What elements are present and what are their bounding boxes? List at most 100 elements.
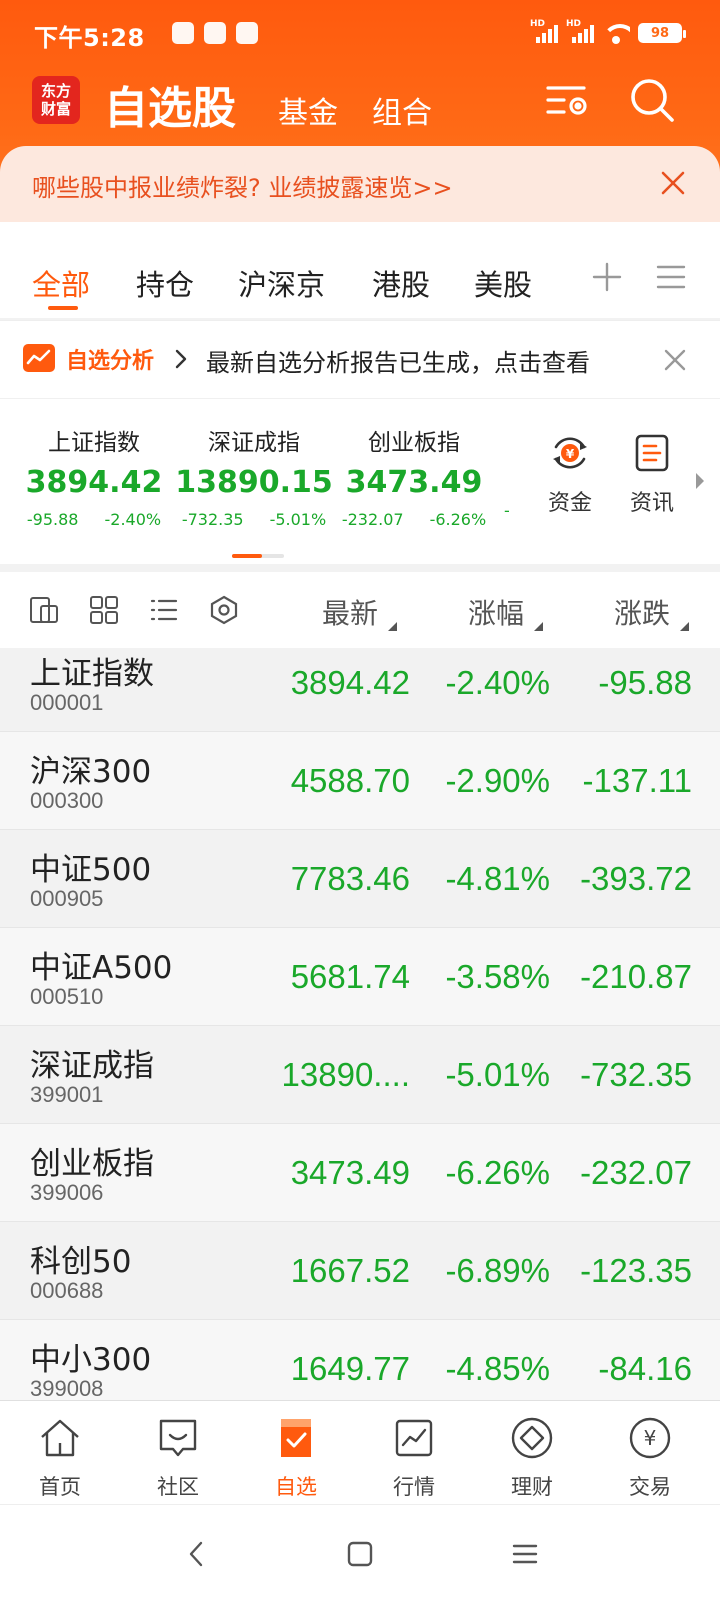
list-item[interactable]: 中小300 399008 1649.77 -4.85% -84.16 bbox=[0, 1320, 720, 1400]
stock-pct: -4.81% bbox=[445, 860, 550, 897]
bottom-nav: 首页 社区 自选 行情 理财 ¥ 交易 bbox=[0, 1400, 720, 1504]
nav-fund[interactable]: 基金 bbox=[278, 88, 338, 132]
taobao-notification-icon bbox=[172, 22, 194, 44]
add-icon[interactable] bbox=[590, 260, 624, 294]
stock-last: 13890.... bbox=[281, 1056, 410, 1093]
close-icon[interactable] bbox=[656, 166, 690, 200]
index-pct: -2.40% bbox=[104, 510, 162, 529]
status-right: HD HD 98 bbox=[530, 19, 686, 44]
system-nav-bar bbox=[0, 1504, 720, 1600]
back-icon[interactable] bbox=[180, 1537, 214, 1571]
quick-link-news[interactable]: 资讯 bbox=[620, 433, 684, 517]
battery-icon: 98 bbox=[638, 23, 686, 43]
index-card-shanghai[interactable]: 上证指数 3894.42 -95.88 -2.40% bbox=[14, 423, 174, 529]
grid-view-icon[interactable] bbox=[88, 594, 120, 626]
app-logo[interactable]: 东方财富 bbox=[32, 76, 80, 124]
tab-hk[interactable]: 港股 bbox=[372, 262, 430, 304]
index-pct: -6.26% bbox=[429, 510, 487, 529]
stock-chg: -232.07 bbox=[580, 1154, 692, 1191]
list-item[interactable]: 科创50 000688 1667.52 -6.89% -123.35 bbox=[0, 1222, 720, 1320]
capital-flow-icon: ¥ bbox=[553, 437, 587, 469]
list-item[interactable]: 中证500 000905 7783.46 -4.81% -393.72 bbox=[0, 830, 720, 928]
stock-code: 000510 bbox=[30, 984, 104, 1009]
list-view-icon[interactable] bbox=[148, 594, 180, 626]
nav-home[interactable]: 首页 bbox=[20, 1415, 100, 1501]
index-change-row: -232.07 -6.26% bbox=[334, 510, 494, 529]
watchlist-analysis-bar[interactable]: 自选分析 最新自选分析报告已生成，点击查看 bbox=[0, 320, 720, 398]
app-header: 下午5:28 HD HD 98 东方财富 自选股 基金 组合 哪些股中报业绩炸裂… bbox=[0, 0, 720, 222]
search-icon[interactable] bbox=[628, 76, 676, 124]
status-notification-icons bbox=[172, 22, 258, 44]
index-trailing-dash: - bbox=[504, 501, 510, 520]
index-card-chinext[interactable]: 创业板指 3473.49 -232.07 -6.26% bbox=[334, 423, 494, 529]
stock-pct: -2.90% bbox=[445, 762, 550, 799]
tab-holdings[interactable]: 持仓 bbox=[136, 262, 194, 304]
stock-name: 中证A500 bbox=[30, 950, 173, 986]
stock-chg: -393.72 bbox=[580, 860, 692, 897]
tab-all[interactable]: 全部 bbox=[32, 262, 90, 304]
home-button-icon[interactable] bbox=[343, 1537, 377, 1571]
recent-apps-icon[interactable] bbox=[508, 1537, 542, 1571]
index-pct: -5.01% bbox=[269, 510, 327, 529]
analysis-message[interactable]: 最新自选分析报告已生成，点击查看 bbox=[206, 343, 646, 378]
list-item[interactable]: 沪深300 000300 4588.70 -2.90% -137.11 bbox=[0, 732, 720, 830]
settings-icon[interactable] bbox=[208, 594, 240, 626]
analysis-label: 自选分析 bbox=[66, 349, 155, 374]
quick-link-capital[interactable]: ¥ 资金 bbox=[538, 433, 602, 517]
index-value: 3894.42 bbox=[25, 465, 163, 500]
quick-link-label: 资金 bbox=[547, 491, 592, 516]
stock-last: 4588.70 bbox=[290, 762, 410, 799]
promo-banner[interactable]: 哪些股中报业绩炸裂? 业绩披露速览>> bbox=[0, 146, 720, 222]
index-value: 13890.15 bbox=[175, 465, 333, 500]
index-name: 上证指数 bbox=[48, 430, 140, 456]
column-change-pct[interactable]: 涨幅 bbox=[468, 592, 524, 632]
stock-name: 深证成指 bbox=[30, 1048, 154, 1084]
list-item[interactable]: 创业板指 399006 3473.49 -6.26% -232.07 bbox=[0, 1124, 720, 1222]
nav-combo[interactable]: 组合 bbox=[372, 88, 432, 132]
battery-level: 98 bbox=[650, 25, 670, 41]
stock-code: 399006 bbox=[30, 1180, 104, 1205]
quick-link-label: 资讯 bbox=[629, 491, 674, 516]
nav-watchlist[interactable]: 自选 bbox=[256, 1415, 336, 1501]
tab-us[interactable]: 美股 bbox=[474, 262, 532, 304]
list-item[interactable]: 上证指数 000001 3894.42 -2.40% -95.88 bbox=[0, 648, 720, 732]
column-last-price[interactable]: 最新 bbox=[322, 592, 378, 632]
stock-code: 000001 bbox=[30, 690, 104, 715]
stock-chg: -137.11 bbox=[582, 762, 692, 799]
index-card-shenzhen[interactable]: 深证成指 13890.15 -732.35 -5.01% bbox=[174, 423, 334, 529]
stock-name: 创业板指 bbox=[30, 1146, 154, 1182]
stock-chg: -84.16 bbox=[598, 1350, 692, 1387]
market-icon bbox=[395, 1419, 433, 1457]
nav-market[interactable]: 行情 bbox=[374, 1415, 454, 1501]
market-tabs: 全部 持仓 沪深京 港股 美股 bbox=[0, 222, 720, 318]
stock-last: 1649.77 bbox=[290, 1350, 410, 1387]
card-view-icon[interactable] bbox=[28, 594, 60, 626]
stock-code: 000300 bbox=[30, 788, 104, 813]
stock-chg: -123.35 bbox=[580, 1252, 692, 1289]
stock-name: 沪深300 bbox=[30, 754, 152, 790]
close-icon[interactable] bbox=[660, 345, 690, 375]
home-icon bbox=[41, 1419, 79, 1457]
page-title[interactable]: 自选股 bbox=[104, 72, 236, 136]
stock-code: 000905 bbox=[30, 886, 104, 911]
column-change[interactable]: 涨跌 bbox=[614, 592, 670, 632]
sort-icon bbox=[388, 622, 397, 631]
stock-code: 399001 bbox=[30, 1082, 104, 1107]
news-icon bbox=[635, 434, 669, 472]
banner-text[interactable]: 哪些股中报业绩炸裂? 业绩披露速览>> bbox=[32, 168, 453, 203]
stock-name: 中小300 bbox=[30, 1342, 152, 1378]
tab-sh-sz-bj[interactable]: 沪深京 bbox=[238, 262, 325, 304]
index-change: -95.88 bbox=[26, 510, 79, 529]
index-change: -732.35 bbox=[181, 510, 244, 529]
page-indicator bbox=[232, 554, 284, 558]
list-settings-icon[interactable] bbox=[544, 76, 592, 124]
nav-community[interactable]: 社区 bbox=[138, 1415, 218, 1501]
chevron-right-icon[interactable] bbox=[694, 471, 706, 491]
stock-pct: -5.01% bbox=[445, 1056, 550, 1093]
menu-icon[interactable] bbox=[654, 260, 688, 294]
nav-wealth[interactable]: 理财 bbox=[492, 1415, 572, 1501]
wifi-icon bbox=[602, 22, 630, 44]
list-item[interactable]: 深证成指 399001 13890.... -5.01% -732.35 bbox=[0, 1026, 720, 1124]
nav-trade[interactable]: ¥ 交易 bbox=[610, 1415, 690, 1501]
list-item[interactable]: 中证A500 000510 5681.74 -3.58% -210.87 bbox=[0, 928, 720, 1026]
